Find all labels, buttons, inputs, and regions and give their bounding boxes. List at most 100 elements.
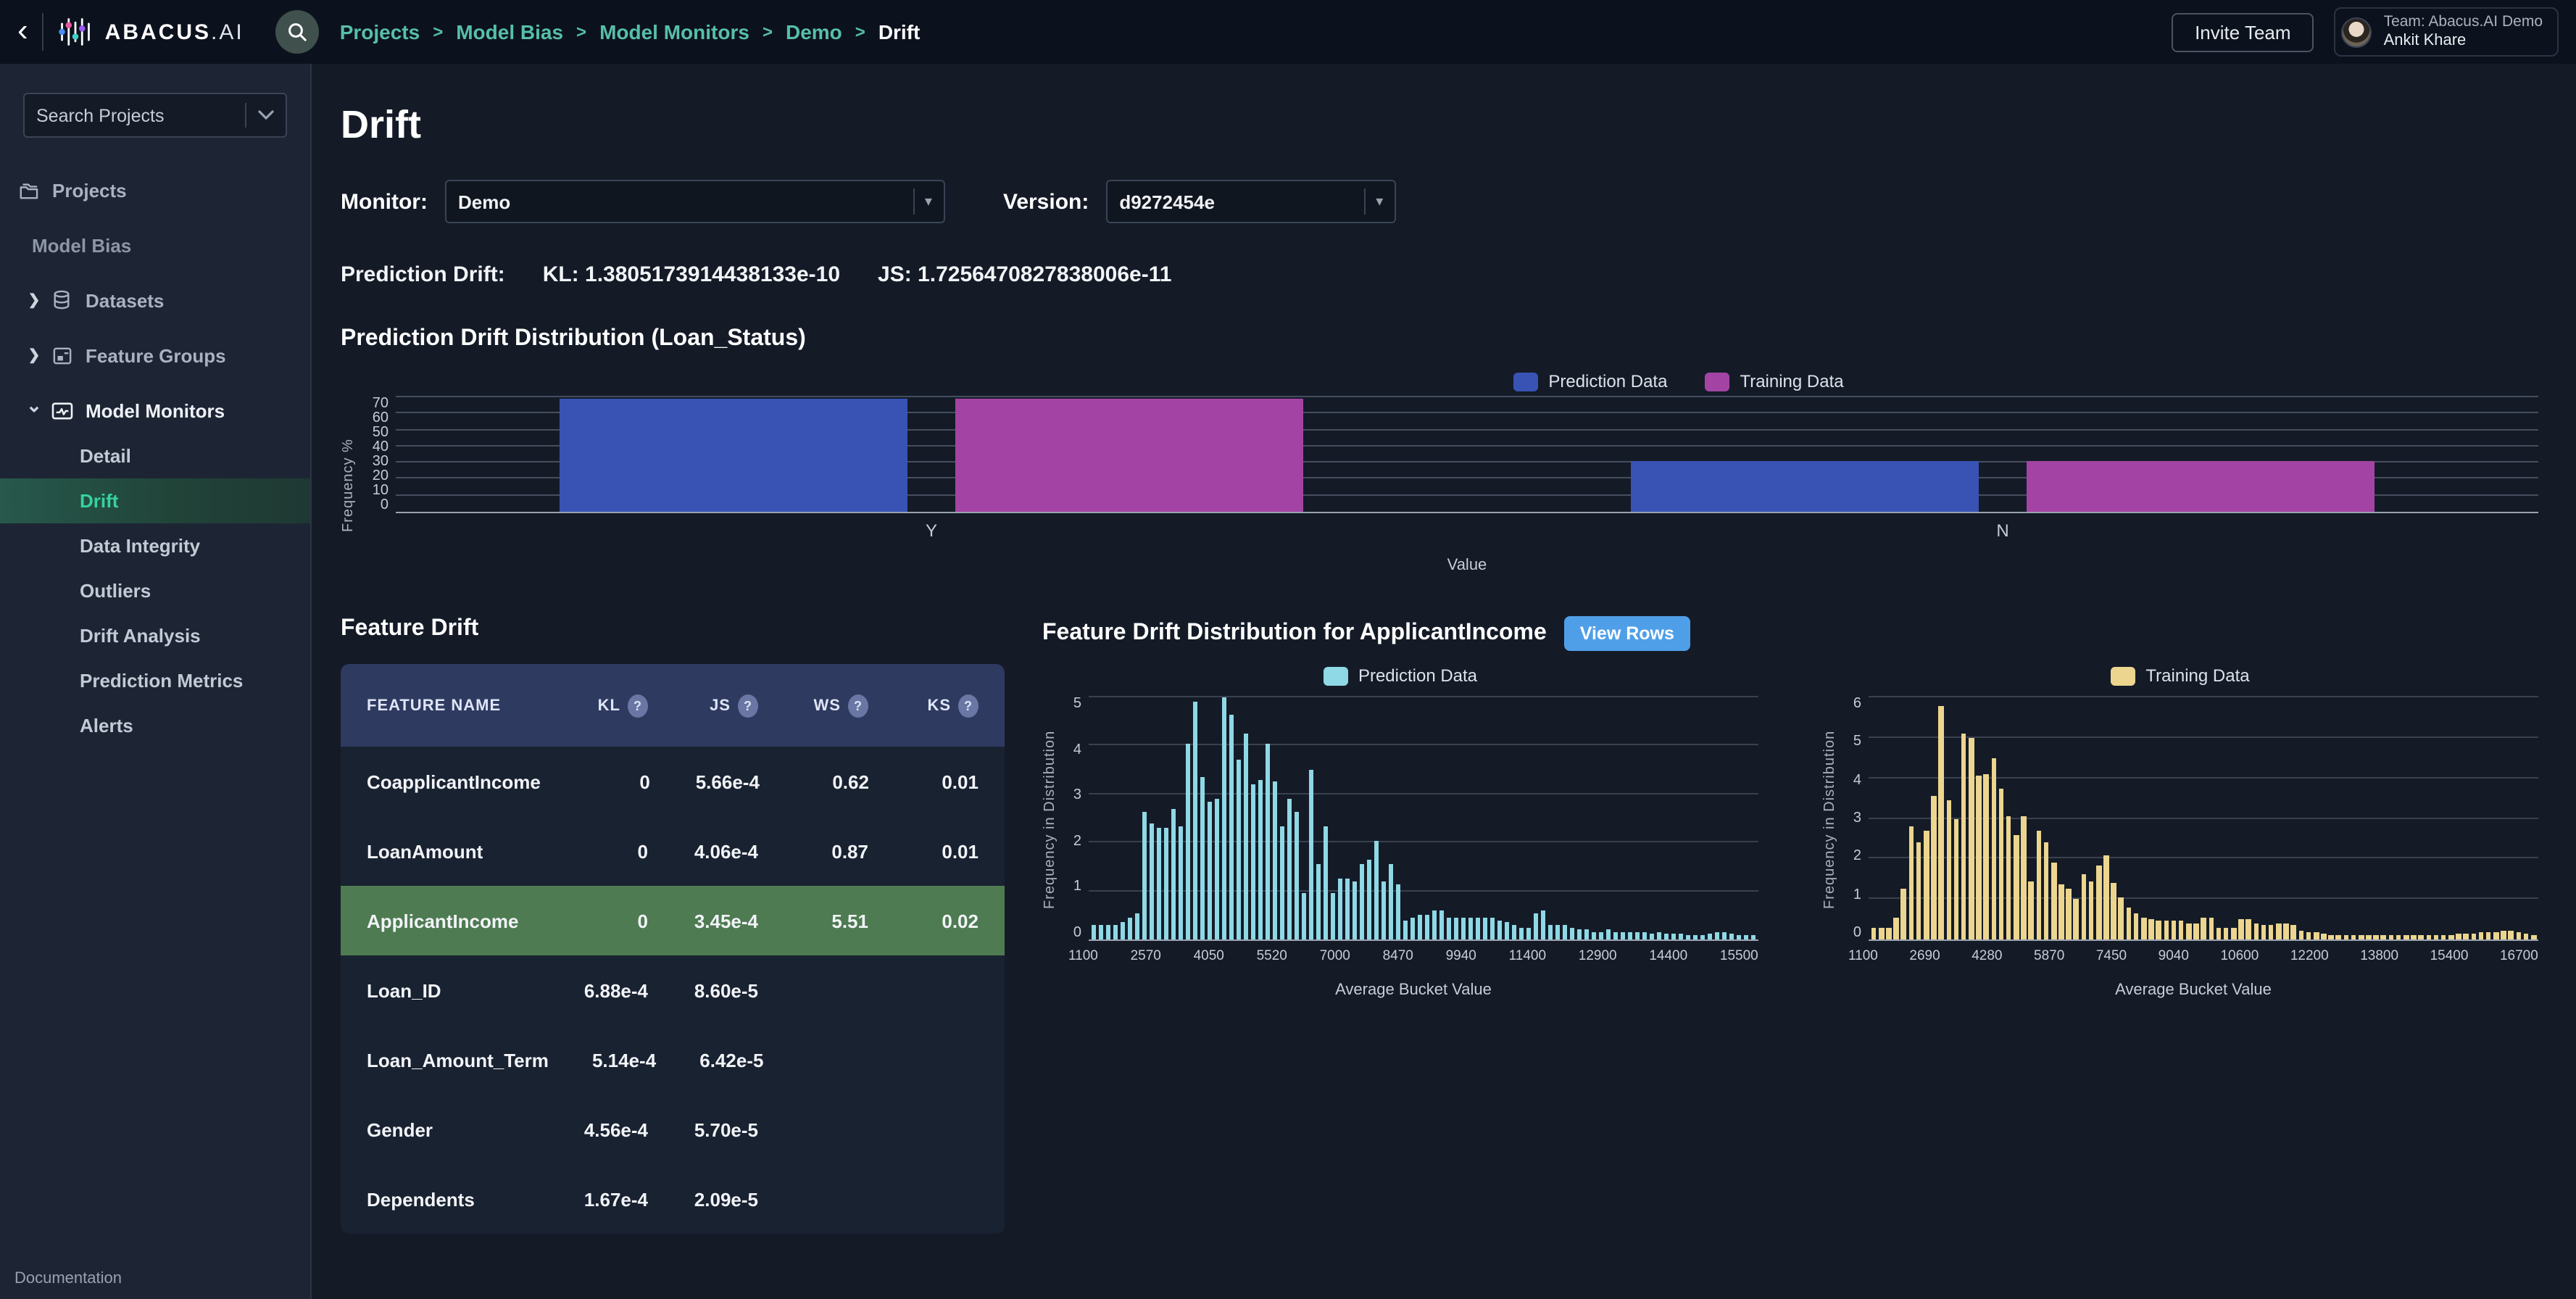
histogram-bar	[1534, 913, 1539, 939]
monitor-select[interactable]: Demo ▾	[445, 180, 945, 223]
histogram-bar	[1729, 934, 1734, 939]
histogram-bar	[2314, 932, 2319, 939]
breadcrumb-item-model-bias[interactable]: Model Bias	[456, 20, 563, 43]
x-axis-ticks: 1100257040505520700084709940114001290014…	[1042, 948, 1758, 964]
js-value-cell: 6.42e-5	[656, 1049, 763, 1071]
legend-item-prediction-data[interactable]: Prediction Data	[1324, 665, 1477, 686]
sidebar-item-datasets[interactable]: ❯Datasets	[0, 277, 310, 323]
histogram-bar	[1382, 881, 1387, 939]
histogram-bar	[2209, 917, 2214, 939]
histogram-bar	[1316, 864, 1321, 939]
help-icon[interactable]: ?	[848, 694, 868, 717]
table-row-loan_id[interactable]: Loan_ID6.88e-48.60e-5	[341, 955, 1005, 1025]
js-value-cell: 5.70e-5	[648, 1119, 758, 1140]
histogram-bar	[1157, 828, 1162, 939]
histogram-bar	[1099, 925, 1104, 939]
chevron-right-icon: ❯	[22, 347, 46, 363]
histogram-bar	[2134, 913, 2139, 939]
table-row-coapplicantincome[interactable]: CoapplicantIncome05.66e-40.620.01	[341, 747, 1005, 816]
breadcrumb-item-model-monitors[interactable]: Model Monitors	[599, 20, 749, 43]
histogram-bar	[1389, 864, 1394, 939]
histogram-bar	[2238, 919, 2243, 939]
team-menu[interactable]: Team: Abacus.AI Demo Ankit Khare	[2335, 7, 2559, 57]
histogram-bar	[1505, 923, 1510, 939]
sidebar-item-drift[interactable]: Drift	[0, 478, 310, 523]
y-axis-ticks: 543210	[1063, 697, 1089, 941]
prediction-data-histogram: Prediction Data Frequency in Distribution…	[1042, 665, 1758, 999]
sidebar-item-projects[interactable]: Projects	[0, 167, 310, 213]
sidebar-item-feature-groups[interactable]: ❯ Feature Groups	[0, 332, 310, 378]
help-icon[interactable]: ?	[738, 694, 758, 717]
histogram-bar	[1599, 932, 1604, 939]
x-axis-label: Average Bucket Value	[1822, 981, 2538, 999]
sidebar-item-drift-analysis[interactable]: Drift Analysis	[0, 613, 310, 658]
histogram-bar	[1280, 826, 1285, 939]
histogram-bar	[2141, 917, 2146, 939]
monitor-label: Monitor:	[341, 189, 428, 214]
view-rows-button[interactable]: View Rows	[1564, 616, 1690, 651]
invite-team-button[interactable]: Invite Team	[2172, 12, 2314, 51]
sidebar-item-label: Feature Groups	[86, 344, 226, 366]
table-row-loan_amount_term[interactable]: Loan_Amount_Term5.14e-46.42e-5	[341, 1025, 1005, 1095]
training-data-histogram: Training DataFrequency in Distribution65…	[1822, 665, 2538, 999]
breadcrumb-item-drift[interactable]: Drift	[878, 20, 921, 43]
histogram-bar	[2193, 924, 2198, 939]
sidebar-item-prediction-metrics[interactable]: Prediction Metrics	[0, 658, 310, 703]
histogram-bar	[2006, 816, 2011, 939]
histogram-bar	[2201, 917, 2206, 939]
legend-item-training-data[interactable]: Training Data	[2111, 665, 2249, 686]
breadcrumb-item-projects[interactable]: Projects	[340, 20, 420, 43]
table-row-dependents[interactable]: Dependents1.67e-42.09e-5	[341, 1164, 1005, 1234]
sidebar-item-data-integrity[interactable]: Data Integrity	[0, 523, 310, 568]
histogram-bar	[1650, 934, 1655, 939]
chart-plot-area	[1089, 697, 1758, 941]
ws-value-cell: 5.51	[758, 910, 868, 931]
column-header-ws: WS?	[758, 694, 868, 717]
search-projects-combobox[interactable]: Search Projects	[23, 93, 287, 138]
x-tick-y: Y	[396, 513, 1467, 541]
histogram-bar	[1686, 934, 1691, 939]
breadcrumb-separator: >	[855, 22, 865, 42]
help-icon[interactable]: ?	[958, 694, 979, 717]
table-row-applicantincome[interactable]: ApplicantIncome03.45e-45.510.02	[341, 886, 1005, 955]
monitor-select-value: Demo	[458, 191, 903, 212]
sidebar-item-alerts[interactable]: Alerts	[0, 703, 310, 748]
histogram-bar	[1715, 932, 1720, 939]
column-header-kl: KL?	[538, 694, 648, 717]
histogram-bar	[2051, 863, 2056, 939]
js-value-cell: 8.60e-5	[648, 979, 758, 1001]
table-row-loanamount[interactable]: LoanAmount04.06e-40.870.01	[341, 816, 1005, 886]
legend-item-prediction-data[interactable]: Prediction Data	[1513, 371, 1667, 391]
feature-name-cell: Dependents	[367, 1188, 538, 1210]
breadcrumb-item-demo[interactable]: Demo	[786, 20, 842, 43]
search-projects-placeholder: Search Projects	[36, 105, 245, 125]
histogram-bar	[2366, 934, 2371, 939]
feature-name-cell: ApplicantIncome	[367, 910, 538, 931]
js-value-cell: 2.09e-5	[648, 1188, 758, 1210]
y-axis-label: Frequency in Distribution	[1042, 697, 1063, 941]
documentation-link[interactable]: Documentation	[14, 1270, 122, 1287]
histogram-bar	[1439, 910, 1445, 939]
abacus-logo[interactable]: ABACUS.AI	[59, 14, 244, 49]
version-select[interactable]: d9272454e ▾	[1106, 180, 1396, 223]
sidebar-item-label: Drift Analysis	[80, 625, 201, 647]
sidebar-item-outliers[interactable]: Outliers	[0, 568, 310, 613]
x-axis-categories: YN	[396, 513, 2538, 541]
ws-value-cell: 0.62	[760, 771, 869, 792]
legend-label: Training Data	[2145, 665, 2249, 686]
table-row-gender[interactable]: Gender4.56e-45.70e-5	[341, 1095, 1005, 1164]
back-chevron-icon[interactable]: ‹	[14, 14, 40, 50]
legend-item-training-data[interactable]: Training Data	[1705, 371, 1843, 391]
sidebar-item-detail[interactable]: Detail	[0, 433, 310, 478]
sidebar-item-label: Alerts	[80, 715, 133, 736]
search-icon	[288, 22, 308, 42]
search-button[interactable]	[276, 10, 320, 54]
histogram-bar	[1374, 840, 1379, 939]
histogram-bar	[1570, 927, 1575, 939]
sidebar-item-model-bias[interactable]: Model Bias	[0, 222, 310, 268]
help-icon[interactable]: ?	[628, 694, 648, 717]
histogram-bar	[2186, 924, 2191, 939]
main-content: Drift Monitor: Demo ▾ Version: d9272454e…	[312, 64, 2576, 1299]
histogram-bar	[1179, 826, 1184, 939]
sidebar-item-model-monitors[interactable]: ⌄Model Monitors	[0, 387, 310, 433]
